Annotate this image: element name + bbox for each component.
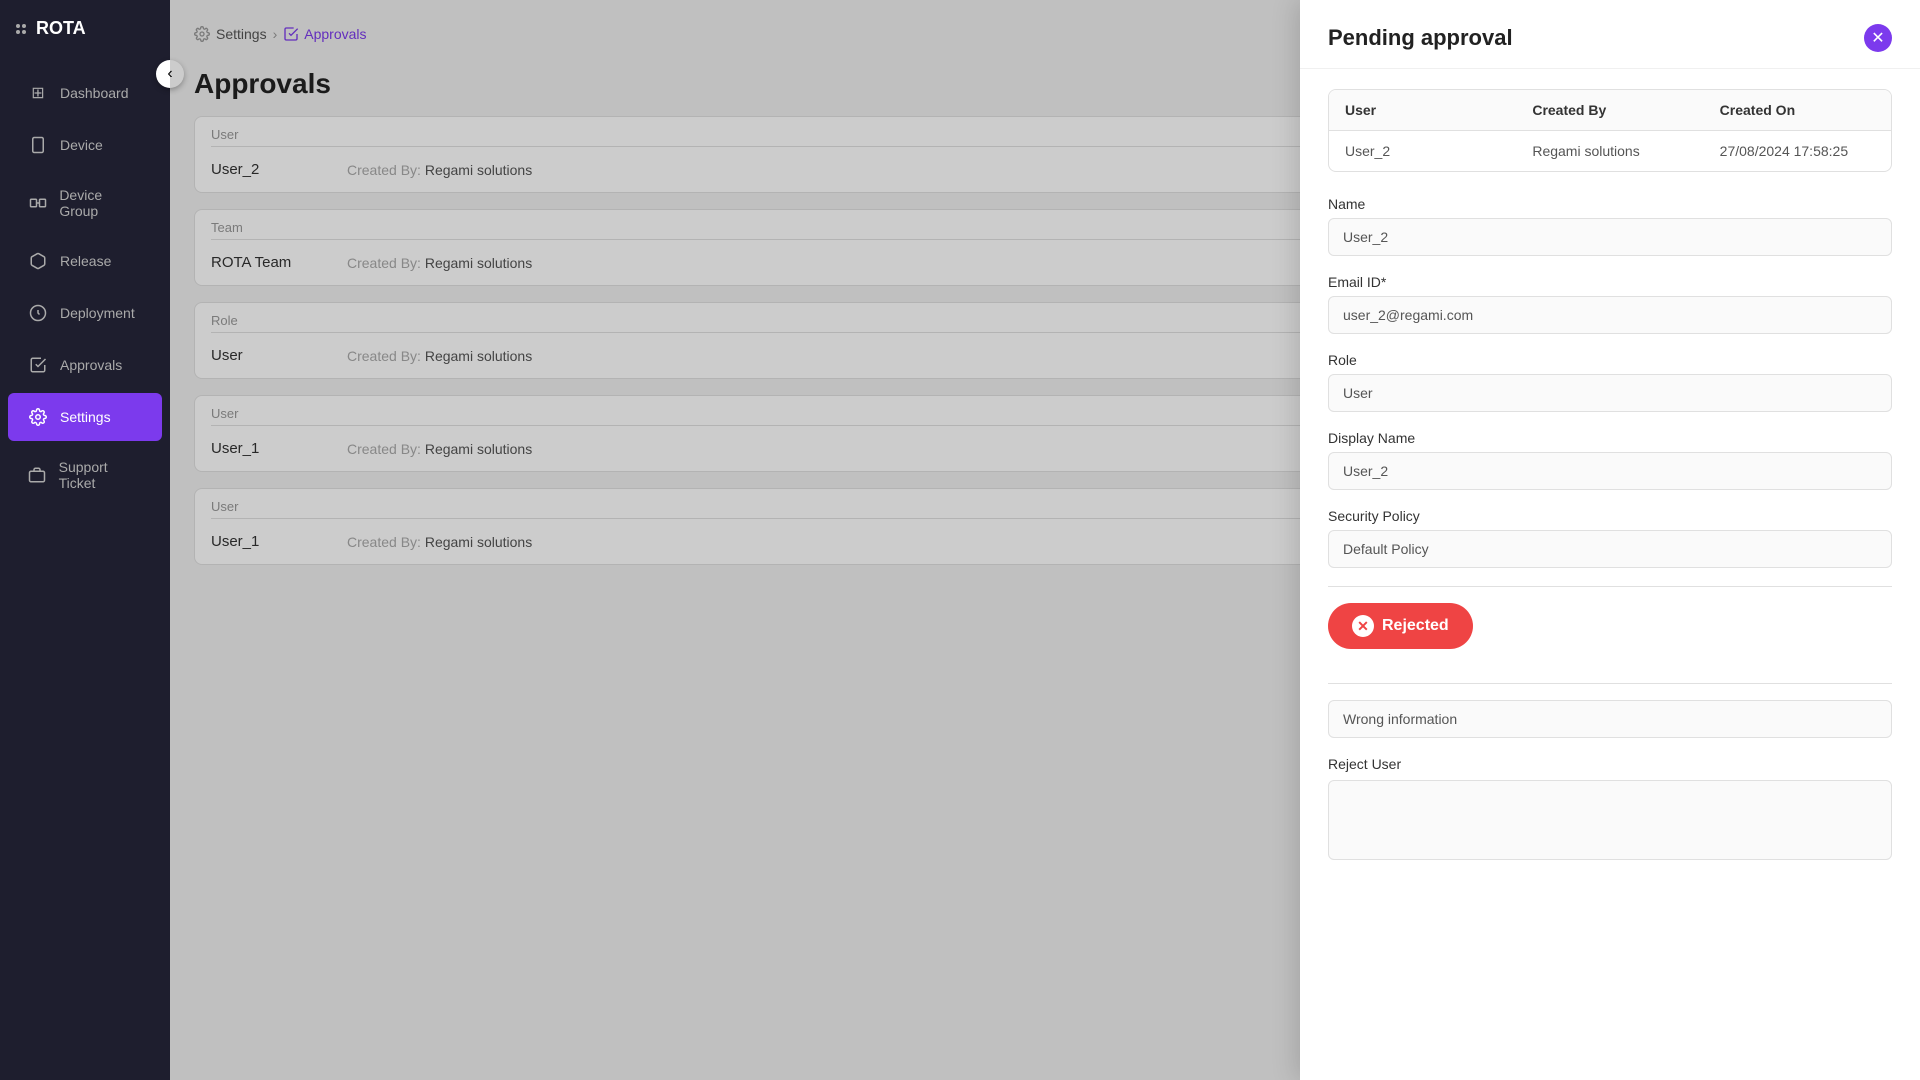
role-label: Role xyxy=(1328,352,1892,368)
panel-header: Pending approval ✕ xyxy=(1300,0,1920,69)
panel-title: Pending approval xyxy=(1328,25,1513,51)
separator-2 xyxy=(1328,683,1892,684)
display-name-value: User_2 xyxy=(1328,452,1892,490)
separator-1 xyxy=(1328,586,1892,587)
sidebar-item-label: Device Group xyxy=(59,187,142,219)
rejected-label: Rejected xyxy=(1382,617,1449,635)
row-user: User_2 xyxy=(1329,131,1516,171)
deployment-icon xyxy=(28,303,48,323)
reject-user-textarea[interactable] xyxy=(1328,780,1892,860)
sidebar-item-device[interactable]: Device xyxy=(8,121,162,169)
name-field-group: Name User_2 xyxy=(1328,196,1892,256)
reject-user-label: Reject User xyxy=(1328,756,1892,772)
col-created-on: Created On xyxy=(1704,90,1891,130)
grid-icon xyxy=(16,24,26,34)
sidebar-nav: ⊞ Dashboard Device Device Group Release xyxy=(0,57,170,1080)
device-icon xyxy=(28,135,48,155)
sidebar-item-label: Dashboard xyxy=(60,85,129,101)
name-value: User_2 xyxy=(1328,218,1892,256)
sidebar-item-label: Support Ticket xyxy=(59,459,142,491)
sidebar-item-label: Device xyxy=(60,137,103,153)
close-icon: ✕ xyxy=(1871,28,1884,48)
sidebar-item-label: Deployment xyxy=(60,305,135,321)
security-policy-label: Security Policy xyxy=(1328,508,1892,524)
role-field-group: Role User xyxy=(1328,352,1892,412)
sidebar-item-device-group[interactable]: Device Group xyxy=(8,173,162,233)
col-created-by: Created By xyxy=(1516,90,1703,130)
main-content: Settings › Approvals 🔔 ROTA Approvals Us… xyxy=(170,0,1920,1080)
sidebar-item-label: Settings xyxy=(60,409,111,425)
display-name-label: Display Name xyxy=(1328,430,1892,446)
row-created-by: Regami solutions xyxy=(1516,131,1703,171)
info-table-head: User Created By Created On xyxy=(1329,90,1891,131)
display-name-field-group: Display Name User_2 xyxy=(1328,430,1892,490)
sidebar: ROTA ‹ ⊞ Dashboard Device Device Group R… xyxy=(0,0,170,1080)
reject-reason: Wrong information xyxy=(1328,700,1892,738)
sidebar-item-settings[interactable]: Settings xyxy=(8,393,162,441)
support-ticket-icon xyxy=(28,465,47,485)
release-icon xyxy=(28,251,48,271)
close-panel-button[interactable]: ✕ xyxy=(1864,24,1892,52)
dashboard-icon: ⊞ xyxy=(28,83,48,103)
sidebar-item-deployment[interactable]: Deployment xyxy=(8,289,162,337)
role-value: User xyxy=(1328,374,1892,412)
app-name: ROTA xyxy=(36,18,86,39)
info-table-body: User_2 Regami solutions 27/08/2024 17:58… xyxy=(1329,131,1891,171)
email-label: Email ID* xyxy=(1328,274,1892,290)
rejected-x-icon: ✕ xyxy=(1352,615,1374,637)
email-field-group: Email ID* user_2@regami.com xyxy=(1328,274,1892,334)
side-panel: Pending approval ✕ User Created By Creat… xyxy=(1300,0,1920,1080)
info-table: User Created By Created On User_2 Regami… xyxy=(1328,89,1892,172)
rejected-button[interactable]: ✕ Rejected xyxy=(1328,603,1473,649)
sidebar-item-dashboard[interactable]: ⊞ Dashboard xyxy=(8,69,162,117)
row-created-on: 27/08/2024 17:58:25 xyxy=(1704,131,1891,171)
sidebar-item-release[interactable]: Release xyxy=(8,237,162,285)
email-value: user_2@regami.com xyxy=(1328,296,1892,334)
sidebar-item-support-ticket[interactable]: Support Ticket xyxy=(8,445,162,505)
settings-icon xyxy=(28,407,48,427)
sidebar-item-label: Release xyxy=(60,253,111,269)
col-user: User xyxy=(1329,90,1516,130)
sidebar-item-label: Approvals xyxy=(60,357,122,373)
sidebar-item-approvals[interactable]: Approvals xyxy=(8,341,162,389)
panel-body: User Created By Created On User_2 Regami… xyxy=(1300,69,1920,1080)
approvals-icon xyxy=(28,355,48,375)
security-policy-field-group: Security Policy Default Policy xyxy=(1328,508,1892,568)
sidebar-header: ROTA xyxy=(0,0,170,57)
name-label: Name xyxy=(1328,196,1892,212)
security-policy-value: Default Policy xyxy=(1328,530,1892,568)
device-group-icon xyxy=(28,193,47,213)
